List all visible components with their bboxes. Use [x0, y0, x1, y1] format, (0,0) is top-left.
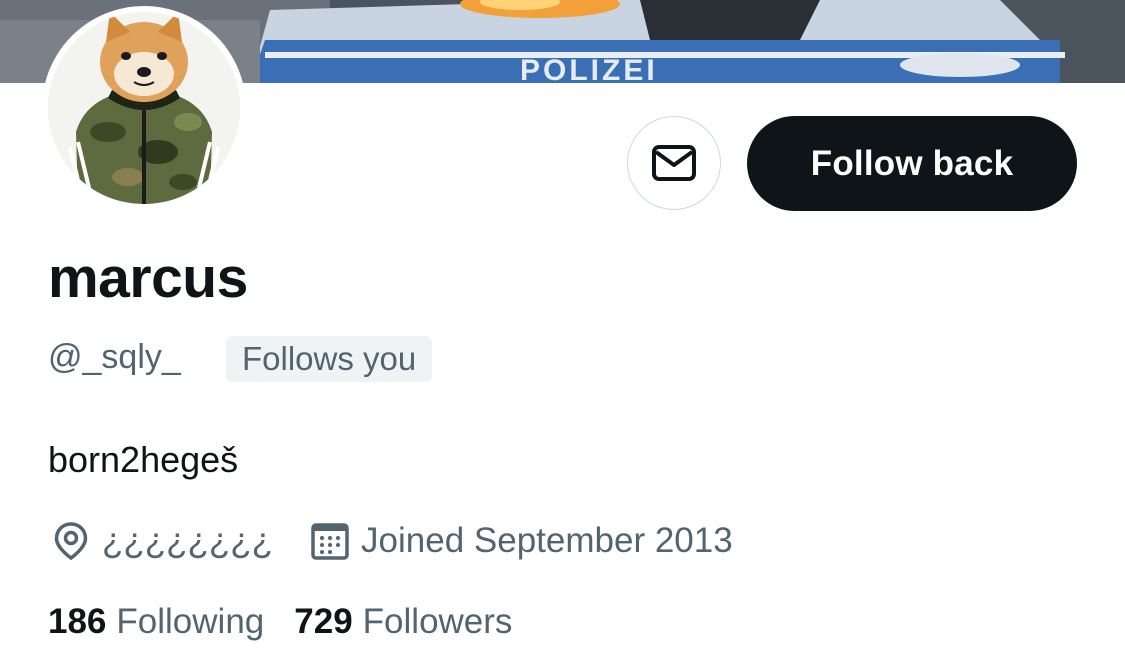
following-link[interactable]: 186 Following — [48, 604, 264, 639]
calendar-icon — [309, 520, 351, 562]
follows-you-label: Follows you — [242, 340, 417, 377]
profile-meta: ¿¿¿¿¿¿¿¿ Joined September 2013 — [50, 518, 733, 564]
joined-item: Joined September 2013 — [309, 520, 733, 562]
followers-link[interactable]: 729 Followers — [294, 604, 512, 639]
joined-date: Joined September 2013 — [361, 521, 733, 560]
following-count: 186 — [48, 602, 107, 641]
follows-you-badge: Follows you — [226, 336, 433, 382]
followers-count: 729 — [294, 602, 353, 641]
following-label: Following — [116, 602, 265, 641]
profile-bio: born2hegeš — [48, 439, 239, 480]
followers-label: Followers — [362, 602, 513, 641]
follow-stats: 186 Following 729 Followers — [48, 604, 512, 639]
avatar[interactable] — [42, 6, 246, 210]
location-pin-icon — [50, 520, 92, 562]
display-name: marcus — [48, 246, 248, 310]
banner-text: POLIZEI — [520, 54, 658, 83]
location-item: ¿¿¿¿¿¿¿¿ — [50, 520, 273, 562]
avatar-image — [48, 12, 240, 204]
location-text: ¿¿¿¿¿¿¿¿ — [102, 521, 274, 560]
user-handle: @_sqly_ — [48, 338, 181, 376]
message-button[interactable] — [627, 116, 721, 210]
follow-back-label: Follow back — [810, 143, 1014, 183]
follow-back-button[interactable]: Follow back — [747, 116, 1077, 211]
envelope-icon — [651, 144, 697, 182]
